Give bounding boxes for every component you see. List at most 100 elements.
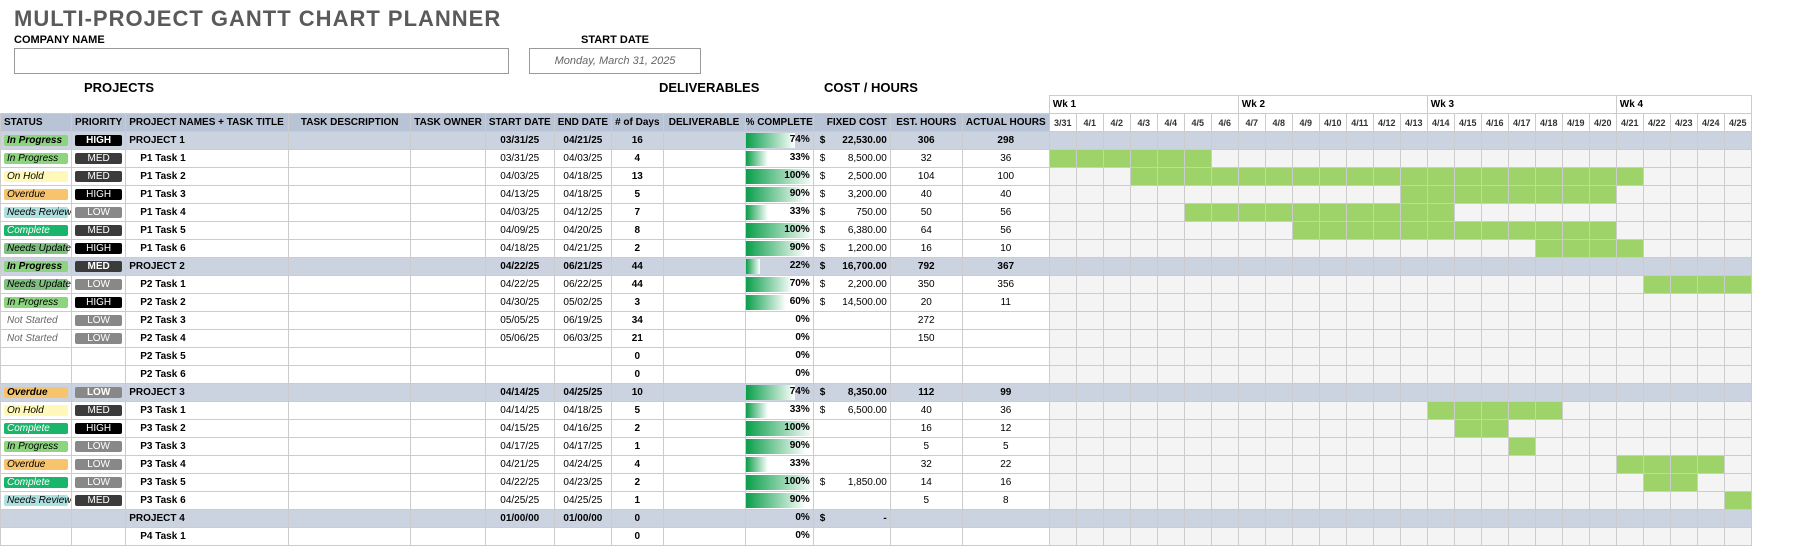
percent-complete[interactable]: 90% [745,186,813,204]
priority-pill[interactable]: HIGH [75,135,122,146]
percent-complete[interactable]: 0% [745,366,813,384]
priority-pill[interactable]: LOW [75,315,122,326]
status-pill[interactable]: Overdue [4,387,68,398]
percent-complete[interactable]: 33% [745,150,813,168]
priority-pill[interactable]: MED [75,495,122,506]
row-name[interactable]: P1 Task 3 [126,186,289,204]
task-row[interactable]: CompleteLOWP3 Task 504/22/2504/23/252100… [1,474,1752,492]
row-name[interactable]: P1 Task 1 [126,150,289,168]
percent-complete[interactable]: 90% [745,492,813,510]
row-name[interactable]: P2 Task 1 [126,276,289,294]
task-row[interactable]: Needs UpdateHIGHP1 Task 604/18/2504/21/2… [1,240,1752,258]
percent-complete[interactable]: 0% [745,510,813,528]
percent-complete[interactable]: 90% [745,438,813,456]
status-pill[interactable]: Needs Review [4,495,68,506]
row-name[interactable]: P2 Task 6 [126,366,289,384]
status-pill[interactable]: Complete [4,477,68,488]
percent-complete[interactable]: 22% [745,258,813,276]
percent-complete[interactable]: 60% [745,294,813,312]
percent-complete[interactable]: 74% [745,384,813,402]
task-row[interactable]: On HoldMEDP3 Task 104/14/2504/18/25533%$… [1,402,1752,420]
row-name[interactable]: PROJECT 4 [126,510,289,528]
status-pill[interactable]: In Progress [4,153,68,164]
percent-complete[interactable]: 90% [745,240,813,258]
percent-complete[interactable]: 74% [745,132,813,150]
task-row[interactable]: P2 Task 600% [1,366,1752,384]
priority-pill[interactable]: LOW [75,279,122,290]
priority-pill[interactable]: LOW [75,441,122,452]
task-row[interactable]: OverdueHIGHP1 Task 304/13/2504/18/25590%… [1,186,1752,204]
task-row[interactable]: In ProgressHIGHP2 Task 204/30/2505/02/25… [1,294,1752,312]
priority-pill[interactable]: MED [75,171,122,182]
status-pill[interactable]: Not Started [4,333,68,344]
row-name[interactable]: P3 Task 6 [126,492,289,510]
status-pill[interactable]: Not Started [4,315,68,326]
status-pill[interactable]: On Hold [4,405,68,416]
task-row[interactable]: Not StartedLOWP2 Task 405/06/2506/03/252… [1,330,1752,348]
percent-complete[interactable]: 0% [745,312,813,330]
percent-complete[interactable]: 33% [745,402,813,420]
row-name[interactable]: P1 Task 2 [126,168,289,186]
project-row[interactable]: In ProgressHIGHPROJECT 103/31/2504/21/25… [1,132,1752,150]
status-pill[interactable]: In Progress [4,441,68,452]
task-row[interactable]: P4 Task 100% [1,528,1752,546]
task-row[interactable]: Needs ReviewLOWP1 Task 404/03/2504/12/25… [1,204,1752,222]
percent-complete[interactable]: 70% [745,276,813,294]
row-name[interactable]: P3 Task 2 [126,420,289,438]
project-row[interactable]: PROJECT 401/00/0001/00/0000%$- [1,510,1752,528]
row-name[interactable]: P1 Task 5 [126,222,289,240]
task-row[interactable]: On HoldMEDP1 Task 204/03/2504/18/2513100… [1,168,1752,186]
priority-pill[interactable]: MED [75,261,122,272]
priority-pill[interactable]: HIGH [75,243,122,254]
row-name[interactable]: P2 Task 5 [126,348,289,366]
status-pill[interactable]: Overdue [4,189,68,200]
percent-complete[interactable]: 33% [745,204,813,222]
priority-pill[interactable]: LOW [75,207,122,218]
row-name[interactable]: PROJECT 1 [126,132,289,150]
row-name[interactable]: P3 Task 3 [126,438,289,456]
percent-complete[interactable]: 33% [745,456,813,474]
task-row[interactable]: CompleteHIGHP3 Task 204/15/2504/16/25210… [1,420,1752,438]
status-pill[interactable]: Overdue [4,459,68,470]
row-name[interactable]: P2 Task 3 [126,312,289,330]
task-row[interactable]: Needs ReviewMEDP3 Task 604/25/2504/25/25… [1,492,1752,510]
status-pill[interactable]: Complete [4,423,68,434]
row-name[interactable]: P1 Task 4 [126,204,289,222]
row-name[interactable]: P3 Task 1 [126,402,289,420]
row-name[interactable]: PROJECT 3 [126,384,289,402]
percent-complete[interactable]: 100% [745,222,813,240]
status-pill[interactable]: In Progress [4,135,68,146]
status-pill[interactable]: On Hold [4,171,68,182]
priority-pill[interactable]: LOW [75,387,122,398]
priority-pill[interactable]: MED [75,153,122,164]
task-row[interactable]: P2 Task 500% [1,348,1752,366]
priority-pill[interactable]: HIGH [75,297,122,308]
priority-pill[interactable]: LOW [75,459,122,470]
percent-complete[interactable]: 100% [745,474,813,492]
row-name[interactable]: P3 Task 4 [126,456,289,474]
status-pill[interactable]: In Progress [4,261,68,272]
row-name[interactable]: P2 Task 4 [126,330,289,348]
status-pill[interactable]: Needs Review [4,207,68,218]
row-name[interactable]: PROJECT 2 [126,258,289,276]
percent-complete[interactable]: 0% [745,528,813,546]
percent-complete[interactable]: 0% [745,330,813,348]
start-date-input[interactable]: Monday, March 31, 2025 [529,48,701,74]
priority-pill[interactable]: MED [75,225,122,236]
row-name[interactable]: P2 Task 2 [126,294,289,312]
task-row[interactable]: OverdueLOWP3 Task 404/21/2504/24/25433%3… [1,456,1752,474]
status-pill[interactable]: Needs Update [4,243,68,254]
priority-pill[interactable]: HIGH [75,189,122,200]
status-pill[interactable]: Needs Update [4,279,68,290]
project-row[interactable]: OverdueLOWPROJECT 304/14/2504/25/251074%… [1,384,1752,402]
row-name[interactable]: P1 Task 6 [126,240,289,258]
status-pill[interactable]: In Progress [4,297,68,308]
task-row[interactable]: Needs UpdateLOWP2 Task 104/22/2506/22/25… [1,276,1752,294]
task-row[interactable]: Not StartedLOWP2 Task 305/05/2506/19/253… [1,312,1752,330]
priority-pill[interactable]: HIGH [75,423,122,434]
project-row[interactable]: In ProgressMEDPROJECT 204/22/2506/21/254… [1,258,1752,276]
company-name-input[interactable] [14,48,509,74]
row-name[interactable]: P3 Task 5 [126,474,289,492]
task-row[interactable]: In ProgressLOWP3 Task 304/17/2504/17/251… [1,438,1752,456]
task-row[interactable]: CompleteMEDP1 Task 504/09/2504/20/258100… [1,222,1752,240]
